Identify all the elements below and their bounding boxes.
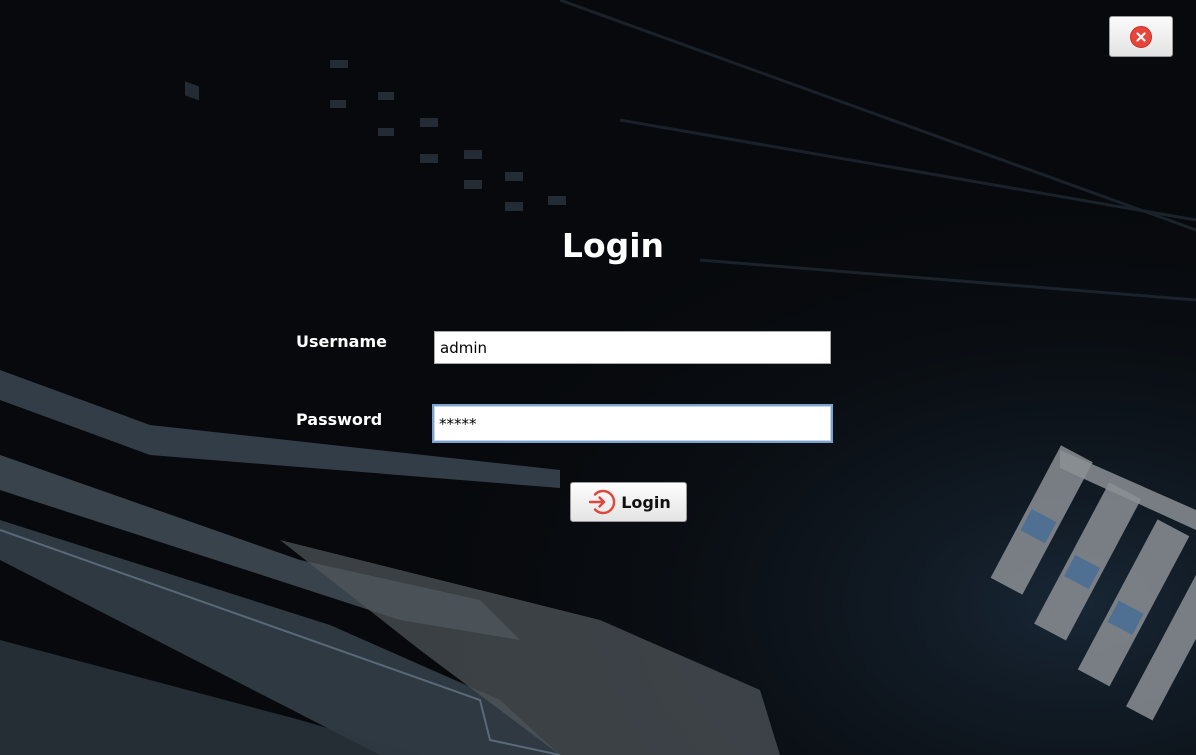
background-image	[0, 0, 1196, 755]
login-arrow-icon	[589, 489, 616, 515]
close-button[interactable]	[1109, 16, 1173, 57]
username-label: Username	[296, 332, 387, 351]
close-icon	[1130, 25, 1152, 48]
login-button[interactable]: Login	[570, 482, 687, 522]
password-field[interactable]	[432, 404, 833, 443]
login-button-label: Login	[621, 492, 671, 512]
page-title: Login	[561, 226, 665, 265]
username-field[interactable]	[434, 331, 831, 364]
password-label: Password	[296, 410, 383, 429]
